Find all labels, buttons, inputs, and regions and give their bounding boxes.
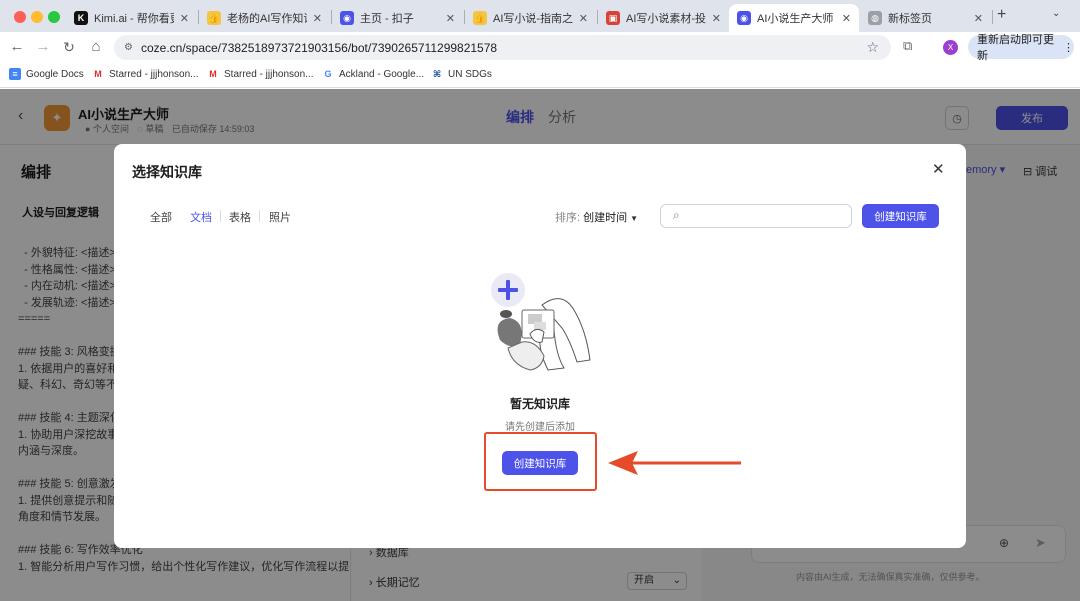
- reload-icon[interactable]: ↻: [59, 38, 79, 56]
- bookmark-gmail-2[interactable]: M Starred - jjjhonson...: [207, 68, 314, 80]
- address-bar[interactable]: ⚙ coze.cn/space/7382518973721903156/bot/…: [114, 35, 891, 60]
- thumbs-up-icon: 👍: [473, 11, 487, 25]
- coze-icon: ◉: [340, 11, 354, 25]
- profile-avatar[interactable]: X: [943, 40, 958, 55]
- annotation-highlight-box: [484, 432, 597, 491]
- sort-control[interactable]: 排序: 创建时间 ▼: [555, 209, 638, 225]
- extensions-puzzle-icon[interactable]: ⧉: [903, 38, 912, 54]
- minimize-window-button[interactable]: [31, 11, 43, 23]
- home-icon[interactable]: ⌂: [86, 38, 106, 56]
- close-tab-icon[interactable]: ✕: [579, 12, 588, 25]
- bookmark-label: Starred - jjjhonson...: [224, 68, 314, 80]
- empty-state-illustration: [491, 273, 591, 371]
- tab-title: 新标签页: [888, 13, 932, 25]
- tab-title: AI写小说素材-投喂: [626, 13, 706, 25]
- filter-divider: [220, 210, 221, 222]
- bookmark-ackland[interactable]: G Ackland - Google...: [322, 68, 424, 80]
- filter-tab-table[interactable]: 表格: [229, 209, 251, 225]
- tab-title: Kimi.ai - 帮你看更大: [94, 13, 174, 25]
- close-tab-icon[interactable]: ✕: [712, 12, 721, 25]
- bookmark-star-icon[interactable]: ☆: [866, 39, 879, 56]
- bookmark-gmail-1[interactable]: M Starred - jjjhonson...: [92, 68, 199, 80]
- tab-search-chevron-icon[interactable]: ⌄: [1052, 8, 1060, 19]
- close-tab-icon[interactable]: ✕: [313, 12, 322, 25]
- bookmark-label: UN SDGs: [448, 68, 492, 80]
- tab-title: 老杨的AI写作知识库: [227, 13, 307, 25]
- url-text[interactable]: coze.cn/space/7382518973721903156/bot/73…: [141, 41, 497, 55]
- browser-tab-coze-home[interactable]: ◉ 主页 - 扣子 ✕: [332, 4, 463, 32]
- search-icon: ⌕: [673, 208, 680, 222]
- zoom-window-button[interactable]: [48, 11, 60, 23]
- site-settings-icon[interactable]: ⚙: [124, 42, 133, 53]
- create-knowledge-button-top[interactable]: 创建知识库: [862, 204, 939, 228]
- close-tab-icon[interactable]: ✕: [446, 12, 455, 25]
- modal-title: 选择知识库: [132, 164, 202, 180]
- globe-icon: ◍: [868, 11, 882, 25]
- new-tab-plus-icon[interactable]: +: [997, 6, 1006, 24]
- tab-title: AI小说生产大师 - B: [757, 13, 836, 25]
- toolbox-icon: ▣: [606, 11, 620, 25]
- bookmark-un-sdgs[interactable]: ⌘ UN SDGs: [431, 68, 492, 80]
- filter-tab-document[interactable]: 文档: [190, 209, 212, 225]
- back-arrow-icon[interactable]: ←: [7, 38, 27, 56]
- search-input[interactable]: ⌕: [660, 204, 852, 228]
- tab-strip: K Kimi.ai - 帮你看更大 ✕ 👍 老杨的AI写作知识库 ✕ ◉ 主页 …: [0, 0, 1080, 32]
- close-tab-icon[interactable]: ✕: [842, 12, 851, 25]
- bookmark-label: Ackland - Google...: [339, 68, 425, 80]
- close-window-button[interactable]: [14, 11, 26, 23]
- annotation-arrow-icon: [608, 451, 741, 475]
- browser-tab-ai-novel-master[interactable]: ◉ AI小说生产大师 - B ✕: [729, 4, 859, 32]
- relaunch-update-button[interactable]: 重新启动即可更新 ⋮: [968, 34, 1074, 62]
- filter-divider: [259, 210, 260, 222]
- browser-tab-ai-writing[interactable]: 👍 老杨的AI写作知识库 ✕: [199, 4, 330, 32]
- browser-tab-new-tab[interactable]: ◍ 新标签页 ✕: [860, 4, 991, 32]
- browser-toolbar: ← → ↻ ⌂ ⚙ coze.cn/space/7382518973721903…: [0, 32, 1080, 62]
- tab-title: AI写小说-指南之篇: [493, 13, 573, 25]
- docs-icon: ≡: [9, 68, 21, 80]
- bookmark-label: Google Docs: [26, 68, 84, 80]
- bookmarks-bar: ≡ Google Docs M Starred - jjjhonson... M St…: [0, 62, 1080, 88]
- bookmark-google-docs[interactable]: ≡ Google Docs: [9, 68, 84, 80]
- un-emblem-icon: ⌘: [432, 68, 442, 79]
- filter-tab-all[interactable]: 全部: [150, 209, 172, 225]
- browser-window: K Kimi.ai - 帮你看更大 ✕ 👍 老杨的AI写作知识库 ✕ ◉ 主页 …: [0, 0, 1080, 601]
- empty-state-subtitle: 请先创建后添加: [505, 422, 575, 433]
- empty-state-title: 暂无知识库: [509, 397, 570, 411]
- browser-tab-ai-novel-guide[interactable]: 👍 AI写小说-指南之篇 ✕: [465, 4, 596, 32]
- forward-arrow-icon[interactable]: →: [33, 38, 53, 56]
- sort-value: 创建时间: [583, 212, 628, 224]
- google-icon: G: [324, 69, 332, 79]
- close-icon[interactable]: ✕: [932, 160, 945, 178]
- browser-tab-kimi[interactable]: K Kimi.ai - 帮你看更大 ✕: [66, 4, 197, 32]
- update-label: 重新启动即可更新: [977, 34, 1054, 62]
- more-vert-icon: ⋮: [1063, 41, 1074, 54]
- close-tab-icon[interactable]: ✕: [180, 12, 189, 25]
- sort-label: 排序:: [555, 212, 584, 224]
- bookmark-label: Starred - jjjhonson...: [109, 68, 199, 80]
- close-tab-icon[interactable]: ✕: [974, 12, 983, 25]
- thumbs-up-icon: 👍: [207, 11, 221, 25]
- gmail-icon: M: [94, 69, 102, 79]
- browser-tab-ai-novel-material[interactable]: ▣ AI写小说素材-投喂 ✕: [598, 4, 729, 32]
- kimi-icon: K: [74, 11, 88, 25]
- filter-tab-photo[interactable]: 照片: [269, 209, 291, 225]
- coze-icon: ◉: [737, 11, 751, 25]
- tab-title: 主页 - 扣子: [360, 13, 414, 25]
- gmail-icon: M: [209, 69, 217, 79]
- caret-down-icon: ▼: [630, 214, 639, 223]
